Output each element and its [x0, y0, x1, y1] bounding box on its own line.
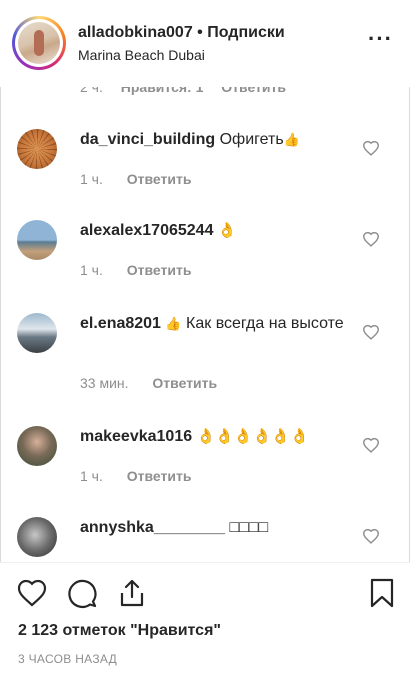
comment-meta: 1 ч. Ответить — [80, 468, 191, 484]
thumbs-up-icon: 👍 — [165, 316, 182, 331]
comment-time: 1 ч. — [80, 468, 103, 484]
comment-time: 2 ч. — [80, 87, 103, 95]
comment-time: 1 ч. — [80, 171, 103, 187]
heart-icon[interactable] — [362, 231, 380, 247]
comment-bubble-icon[interactable] — [66, 577, 98, 609]
like-heart-icon[interactable] — [16, 577, 48, 609]
comment-time: 33 мин. — [80, 375, 129, 391]
heart-icon[interactable] — [362, 324, 380, 340]
comment-username[interactable]: alexalex17065244 — [80, 222, 213, 239]
bookmark-icon[interactable] — [366, 577, 398, 609]
comment-username[interactable]: da_vinci_building — [80, 131, 215, 148]
comment-body: Офигеть — [219, 131, 284, 148]
thumbs-up-icon: 👍 — [283, 132, 300, 147]
comment-body: Как всегда на высоте — [186, 315, 344, 332]
ok-hand-icon: 👌 — [217, 222, 237, 239]
avatar[interactable] — [17, 426, 57, 466]
post-header: alladobkina007 • Подписки Marina Beach D… — [0, 0, 410, 87]
reply-button[interactable]: Ответить — [152, 375, 217, 391]
comment-username[interactable]: makeevka1016 — [80, 428, 192, 445]
comment-meta: 33 мин. Ответить — [80, 375, 217, 391]
comment-meta: 1 ч. Ответить — [80, 262, 191, 278]
comment-text: makeevka1016 👌👌👌👌👌👌 — [80, 426, 350, 448]
author-avatar[interactable] — [12, 16, 66, 70]
partial-comment-meta: 2 ч. Нравится: 1 Ответить — [80, 87, 300, 95]
comment-text: annyshka________ □□□□ — [80, 517, 350, 539]
avatar[interactable] — [17, 129, 57, 169]
author-line: alladobkina007 • Подписки — [78, 24, 285, 42]
author-username[interactable]: alladobkina007 — [78, 24, 193, 41]
reply-button[interactable]: Ответить — [127, 171, 192, 187]
ok-hand-icon: 👌👌👌👌👌👌 — [196, 428, 309, 445]
separator-dot: • — [197, 24, 203, 41]
post-location[interactable]: Marina Beach Dubai — [78, 47, 205, 63]
comment-time: 1 ч. — [80, 262, 103, 278]
reply-button[interactable]: Ответить — [127, 262, 192, 278]
heart-icon[interactable] — [362, 528, 380, 544]
heart-icon[interactable] — [362, 140, 380, 156]
comment-text: el.ena8201 👍 Как всегда на высоте — [80, 313, 350, 335]
post-timestamp: 3 ЧАСОВ НАЗАД — [18, 652, 118, 666]
share-icon[interactable] — [116, 577, 148, 609]
comment-body: □□□□ — [229, 519, 269, 536]
heart-icon[interactable] — [362, 437, 380, 453]
likes-count[interactable]: 2 123 отметок "Нравится" — [18, 622, 221, 640]
comment-text: da_vinci_building Офигеть👍 — [80, 129, 350, 151]
comment-text: alexalex17065244 👌 — [80, 220, 350, 242]
avatar[interactable] — [17, 517, 57, 557]
comments-list[interactable]: 2 ч. Нравится: 1 Ответить da_vinci_build… — [0, 87, 410, 562]
comment-username[interactable]: annyshka________ — [80, 519, 225, 536]
more-options-icon[interactable]: ··· — [368, 28, 392, 52]
follow-status-button[interactable]: Подписки — [207, 24, 284, 41]
post-actions-bar: 2 123 отметок "Нравится" 3 ЧАСОВ НАЗАД — [0, 562, 410, 697]
reply-button[interactable]: Ответить — [127, 468, 192, 484]
comment-username[interactable]: el.ena8201 — [80, 315, 161, 332]
avatar[interactable] — [17, 220, 57, 260]
reply-button[interactable]: Ответить — [221, 87, 286, 95]
avatar[interactable] — [17, 313, 57, 353]
comment-likes[interactable]: Нравится: 1 — [121, 87, 204, 95]
comment-meta: 1 ч. Ответить — [80, 171, 191, 187]
